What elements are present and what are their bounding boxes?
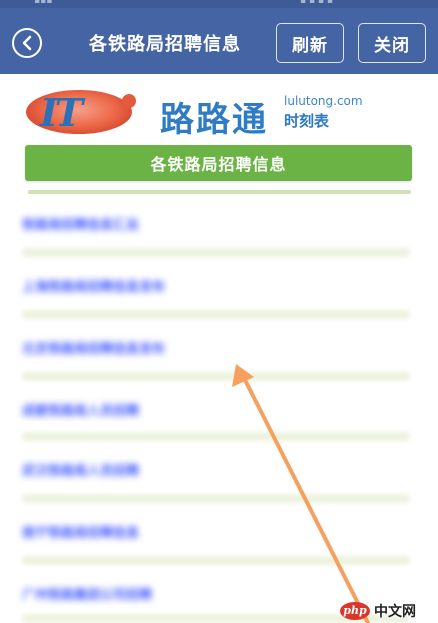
site-watermark: php 中文网: [340, 598, 438, 623]
watermark-badge: php: [340, 601, 370, 620]
annotation-arrow-icon: [232, 364, 370, 623]
watermark-text: 中文网: [374, 603, 416, 620]
